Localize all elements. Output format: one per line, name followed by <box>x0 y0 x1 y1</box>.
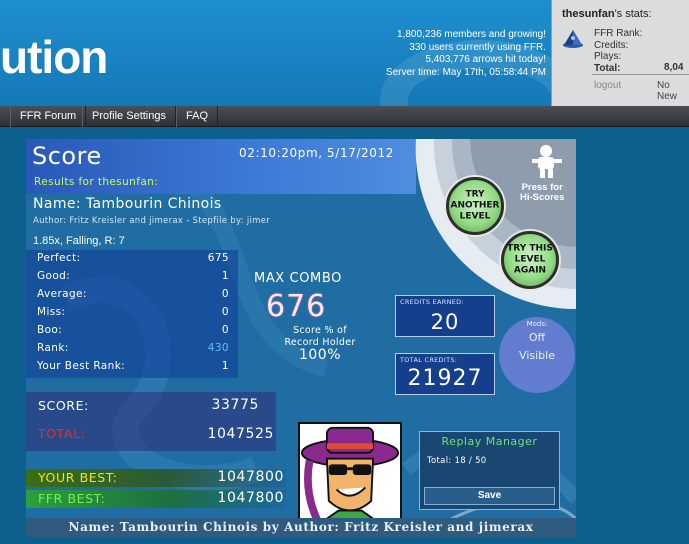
total-score-label: TOTAL: <box>38 426 86 441</box>
your-best-label: YOUR BEST: <box>38 470 118 485</box>
robot-mascot-icon[interactable] <box>526 141 566 181</box>
site-logo[interactable]: ution <box>0 30 108 84</box>
judge-value: 1 <box>221 360 229 372</box>
try-this-level-again-button[interactable]: TRY THIS LEVEL AGAIN <box>501 231 559 289</box>
cartoon-hat-sunglasses-avatar <box>300 424 400 524</box>
score-title: Score <box>32 142 102 170</box>
total-credits-value: 21927 <box>407 366 483 391</box>
judge-value: 0 <box>221 324 229 336</box>
record-holder-label: Score % of Record Holder <box>270 325 370 349</box>
nav-item-ffr-forum[interactable]: FFR Forum <box>10 106 87 127</box>
judge-row-best-rank: Your Best Rank: 1 <box>37 360 229 378</box>
ffr-best-label: FFR BEST: <box>38 491 106 506</box>
judgement-stats: Perfect: 675 Good: 1 Average: 0 Miss: 0 … <box>26 250 238 378</box>
user-stats-panel: thesunfan's stats: FFR Rank: Credits: Pl… <box>551 0 689 106</box>
play-settings: 1.85x, Falling, R: 7 <box>33 235 125 247</box>
total-credits-label: TOTAL CREDITS: <box>400 356 458 364</box>
credits-label: Credits: <box>594 39 629 51</box>
holder-label-line-1: Score % of <box>293 325 347 336</box>
mods-indicator: Mods: Off Visible <box>499 317 575 393</box>
credits-earned-label: CREDITS EARNED: <box>400 298 464 306</box>
your-best-value: 1047800 <box>217 469 284 485</box>
total-value: 8,04 <box>664 62 684 73</box>
nav-bar: FFR Forum Profile Settings FAQ <box>0 106 689 127</box>
judge-row-rank: Rank: 430 <box>37 342 229 360</box>
hiscores-label: Hi-Scores <box>520 192 565 203</box>
total-label: Total: <box>594 62 621 74</box>
song-name: Name: Tambourin Chinois <box>33 196 222 212</box>
replay-total: Total: 18 / 50 <box>427 456 487 466</box>
replay-manager: Replay Manager Total: 18 / 50 Save <box>419 431 560 510</box>
nav-item-profile-settings[interactable]: Profile Settings <box>82 106 176 127</box>
score-timestamp: 02:10:20pm, 5/17/2012 <box>239 146 394 160</box>
user-stats-labels: FFR Rank: Credits: Plays: Total: <box>594 28 642 74</box>
site-stat-arrows: 5,403,776 arrows hit today! <box>425 54 546 65</box>
score-header-bar: Score 02:10:20pm, 5/17/2012 Results for … <box>26 139 416 194</box>
score-value: 33775 <box>211 397 259 413</box>
judge-label: Good: <box>37 270 71 282</box>
try-this-level-again-label: TRY THIS LEVEL AGAIN <box>507 243 553 276</box>
results-for-label: Results for thesunfan: <box>34 176 159 188</box>
no-new-messages[interactable]: No New <box>657 80 689 102</box>
replay-manager-title: Replay Manager <box>441 435 538 448</box>
user-stats-divider <box>592 74 689 75</box>
mods-off: Off <box>528 331 546 344</box>
judge-value: 1 <box>221 270 229 282</box>
max-combo-value: 676 <box>266 289 327 324</box>
score-label: SCORE: <box>38 398 89 413</box>
hiscores-link[interactable]: Press for Hi-Scores <box>520 183 564 203</box>
save-replay-button[interactable]: Save <box>424 487 555 505</box>
judge-row-average: Average: 0 <box>37 288 229 306</box>
ffr-best-value: 1047800 <box>217 490 284 506</box>
mods-visible: Visible <box>519 349 555 362</box>
stats-suffix: 's stats: <box>614 8 652 20</box>
judge-value: 0 <box>221 306 229 318</box>
credits-earned-box: CREDITS EARNED: 20 <box>395 295 495 337</box>
credits-earned-value: 20 <box>430 310 460 334</box>
judge-label: Boo: <box>37 324 63 336</box>
ffr-rank-label: FFR Rank: <box>594 28 643 39</box>
judge-label: Miss: <box>37 306 66 318</box>
judge-label: Your Best Rank: <box>37 360 126 372</box>
judge-label: Average: <box>37 288 87 300</box>
site-stat-users: 330 users currently using FFR. <box>409 41 546 53</box>
judge-value: 0 <box>221 288 229 300</box>
song-footer-text: Name: Tambourin Chinois by Author: Fritz… <box>68 520 534 534</box>
judge-row-miss: Miss: 0 <box>37 306 229 324</box>
judge-row-boo: Boo: 0 <box>37 324 229 342</box>
logout-link[interactable]: logout <box>594 80 621 91</box>
total-score-value: 1047525 <box>207 426 274 442</box>
pyramid-rank-icon <box>563 30 583 48</box>
max-combo-label: MAX COMBO <box>254 271 342 286</box>
site-stat-members: 1,800,236 members and growing! <box>397 29 546 40</box>
judge-label: Perfect: <box>37 252 81 264</box>
judge-value: 675 <box>207 252 229 264</box>
username[interactable]: thesunfan <box>562 8 615 20</box>
rank-value[interactable]: 430 <box>208 342 229 354</box>
judge-row-good: Good: 1 <box>37 270 229 288</box>
mods-label: Mods: <box>526 320 548 328</box>
total-credits-box: TOTAL CREDITS: 21927 <box>395 353 495 395</box>
avatar[interactable] <box>298 422 402 526</box>
plays-label: Plays: <box>594 51 622 62</box>
site-stats: 1,800,236 members and growing! 330 users… <box>386 29 546 79</box>
nav-item-faq[interactable]: FAQ <box>176 106 219 127</box>
try-another-level-label: TRY ANOTHER LEVEL <box>450 189 500 222</box>
user-stats-title: thesunfan's stats: <box>562 8 652 20</box>
judge-label: Rank: <box>37 342 69 354</box>
song-footer-bar: Name: Tambourin Chinois by Author: Fritz… <box>26 518 576 537</box>
site-stat-server-time: Server time: May 17th, 05:58:44 PM <box>385 66 546 78</box>
try-another-level-button[interactable]: TRY ANOTHER LEVEL <box>446 177 504 235</box>
score-panel: Score 02:10:20pm, 5/17/2012 Results for … <box>26 139 576 537</box>
song-credits: Author: Fritz Kreisler and jimerax - Ste… <box>33 216 271 226</box>
record-holder-percent: 100% <box>298 347 342 363</box>
judge-row-perfect: Perfect: 675 <box>37 252 229 270</box>
